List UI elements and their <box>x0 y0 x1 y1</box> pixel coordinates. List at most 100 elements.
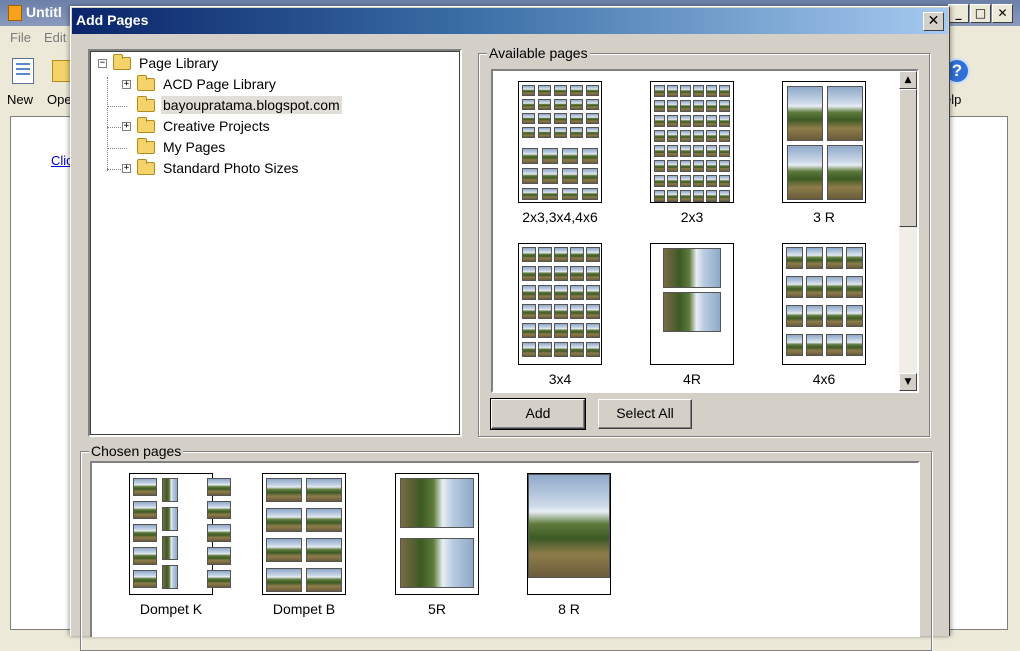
photo-slot <box>706 85 717 97</box>
photo-slot <box>538 99 551 110</box>
tree-item-label: My Pages <box>163 139 226 155</box>
photo-slot <box>586 285 600 300</box>
photo-slot <box>654 115 665 127</box>
page-caption: 3 R <box>813 209 835 225</box>
page-caption: 4x6 <box>812 371 836 387</box>
tree-item-label: Standard Photo Sizes <box>163 160 299 176</box>
page-thumbnail <box>129 473 231 595</box>
chosen-page-dompet-b[interactable]: Dompet B <box>249 473 359 617</box>
photo-slot <box>680 100 691 112</box>
photo-slot <box>207 501 231 519</box>
minimize-button[interactable]: _ <box>948 4 969 23</box>
new-document-icon[interactable] <box>12 58 34 84</box>
app-logo-icon <box>8 5 22 21</box>
expand-icon[interactable]: + <box>122 163 131 173</box>
photo-slot <box>586 113 599 124</box>
page-template-4r[interactable]: 4R <box>637 243 747 387</box>
photo-slot <box>538 285 552 300</box>
expand-icon[interactable]: + <box>122 79 131 89</box>
page-caption: Dompet K <box>139 601 203 617</box>
photo-slot <box>528 474 610 578</box>
page-template-3x4[interactable]: 3x4 <box>505 243 615 387</box>
photo-slot <box>522 168 538 184</box>
menu-file[interactable]: File <box>10 30 31 45</box>
photo-slot <box>570 85 583 96</box>
folder-icon <box>113 53 131 70</box>
photo-slot <box>719 85 730 97</box>
dialog-close-button[interactable]: ✕ <box>923 12 944 31</box>
photo-slot <box>522 188 538 200</box>
photo-slot <box>693 190 704 202</box>
photo-slot <box>570 285 584 300</box>
photo-slot <box>538 247 552 262</box>
tree-item-acd-page-library[interactable]: + ACD Page Library <box>122 74 278 94</box>
photo-slot <box>162 507 178 531</box>
photo-slot <box>133 524 157 542</box>
page-caption: Dompet B <box>272 601 336 617</box>
page-thumbnail <box>518 81 602 203</box>
tree-item-standard-photo-sizes[interactable]: + Standard Photo Sizes <box>122 158 300 178</box>
photo-slot <box>667 160 678 172</box>
photo-slot <box>846 334 863 356</box>
photo-slot <box>826 276 843 298</box>
scroll-thumb[interactable] <box>899 89 917 227</box>
photo-slot <box>667 145 678 157</box>
photo-slot <box>266 538 302 562</box>
page-template-3r[interactable]: 3 R <box>769 81 879 225</box>
menu-edit[interactable]: Edit <box>44 30 66 45</box>
app-close-button[interactable]: ✕ <box>992 4 1013 23</box>
photo-slot <box>706 130 717 142</box>
photo-slot <box>806 305 823 327</box>
select-all-button[interactable]: Select All <box>598 399 692 429</box>
photo-slot <box>586 247 600 262</box>
photo-slot <box>554 85 567 96</box>
maximize-button[interactable]: □ <box>970 4 991 23</box>
scroll-down-button[interactable]: ▼ <box>899 373 917 391</box>
photo-slot <box>570 342 584 357</box>
photo-slot <box>719 190 730 202</box>
chosen-page-5r[interactable]: 5R <box>382 473 492 617</box>
page-template-2x3-3x4-4x6[interactable]: 2x3,3x4,4x6 <box>505 81 615 225</box>
tree-item-label: Creative Projects <box>163 118 270 134</box>
photo-slot <box>680 130 691 142</box>
photo-slot <box>719 130 730 142</box>
photo-slot <box>806 247 823 269</box>
new-button-label[interactable]: New <box>7 92 33 107</box>
photo-slot <box>266 508 302 532</box>
available-pages-list[interactable]: 2x3,3x4,4x6 2x3 3 R 3x4 4R 4x6 ▲ ▼ <box>491 69 919 393</box>
scroll-up-button[interactable]: ▲ <box>899 71 917 89</box>
expand-icon[interactable]: + <box>122 121 131 131</box>
photo-slot <box>706 145 717 157</box>
collapse-icon[interactable]: − <box>98 58 107 68</box>
tree-item-my-pages[interactable]: My Pages <box>137 137 227 157</box>
photo-slot <box>654 130 665 142</box>
open-button-label[interactable]: Ope <box>47 92 72 107</box>
photo-slot <box>582 168 598 184</box>
photo-slot <box>586 342 600 357</box>
photo-slot <box>207 547 231 565</box>
page-caption: 3x4 <box>548 371 572 387</box>
chosen-page-dompet-k[interactable]: Dompet K <box>116 473 231 617</box>
photo-slot <box>680 145 691 157</box>
add-button[interactable]: Add <box>490 398 586 430</box>
page-library-tree[interactable]: − Page Library + ACD Page Library bayoup… <box>88 49 462 437</box>
photo-slot <box>306 538 342 562</box>
page-thumbnail <box>262 473 346 595</box>
tree-item-page-library[interactable]: − Page Library <box>98 53 220 73</box>
tree-item-bayoupratama[interactable]: bayoupratama.blogspot.com <box>137 95 342 115</box>
photo-slot <box>207 570 231 588</box>
photo-slot <box>586 323 600 338</box>
photo-slot <box>826 334 843 356</box>
available-pages-scrollbar[interactable]: ▲ ▼ <box>899 71 917 391</box>
chosen-page-8r[interactable]: 8 R <box>514 473 624 617</box>
page-template-2x3[interactable]: 2x3 <box>637 81 747 225</box>
photo-slot <box>133 478 157 496</box>
photo-slot <box>570 127 583 138</box>
page-template-4x6[interactable]: 4x6 <box>769 243 879 387</box>
photo-slot <box>538 266 552 281</box>
folder-icon <box>137 74 155 91</box>
photo-slot <box>562 148 578 164</box>
chosen-pages-list[interactable]: Dompet K Dompet B 5R 8 R <box>90 461 920 637</box>
tree-item-creative-projects[interactable]: + Creative Projects <box>122 116 272 136</box>
photo-slot <box>827 145 863 200</box>
